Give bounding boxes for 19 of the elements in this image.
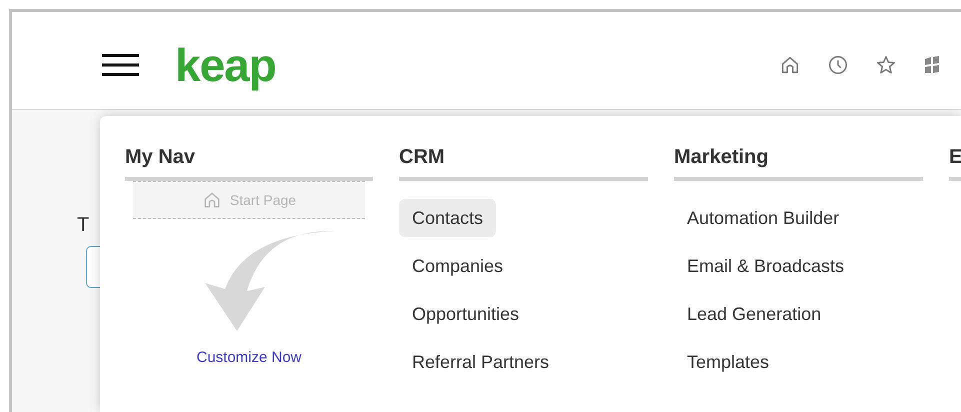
menu-item[interactable]: Referral Partners	[399, 343, 562, 381]
menu-item[interactable]: Companies	[399, 247, 516, 285]
menu-icon[interactable]	[102, 54, 139, 76]
star-icon[interactable]	[875, 54, 897, 76]
column-heading: My Nav	[125, 145, 196, 170]
menu-item[interactable]: Opportunities	[399, 295, 532, 333]
customize-now-link[interactable]: Customize Now	[125, 347, 373, 370]
clock-icon[interactable]	[827, 54, 849, 76]
menu-item[interactable]: Contacts	[399, 199, 496, 237]
home-icon	[202, 190, 222, 210]
menu-item[interactable]: Templates	[674, 343, 782, 381]
column-heading: CRM	[399, 145, 446, 170]
menu-item[interactable]: Email & Broadcasts	[674, 247, 858, 285]
start-page-label: Start Page	[230, 190, 296, 210]
menu-item[interactable]: Lead Generation	[674, 295, 834, 333]
page-text: T	[77, 214, 90, 236]
grid-icon[interactable]	[923, 56, 941, 74]
menu-item[interactable]: Automation Builder	[674, 199, 852, 237]
column-heading: Marketing	[674, 145, 770, 170]
